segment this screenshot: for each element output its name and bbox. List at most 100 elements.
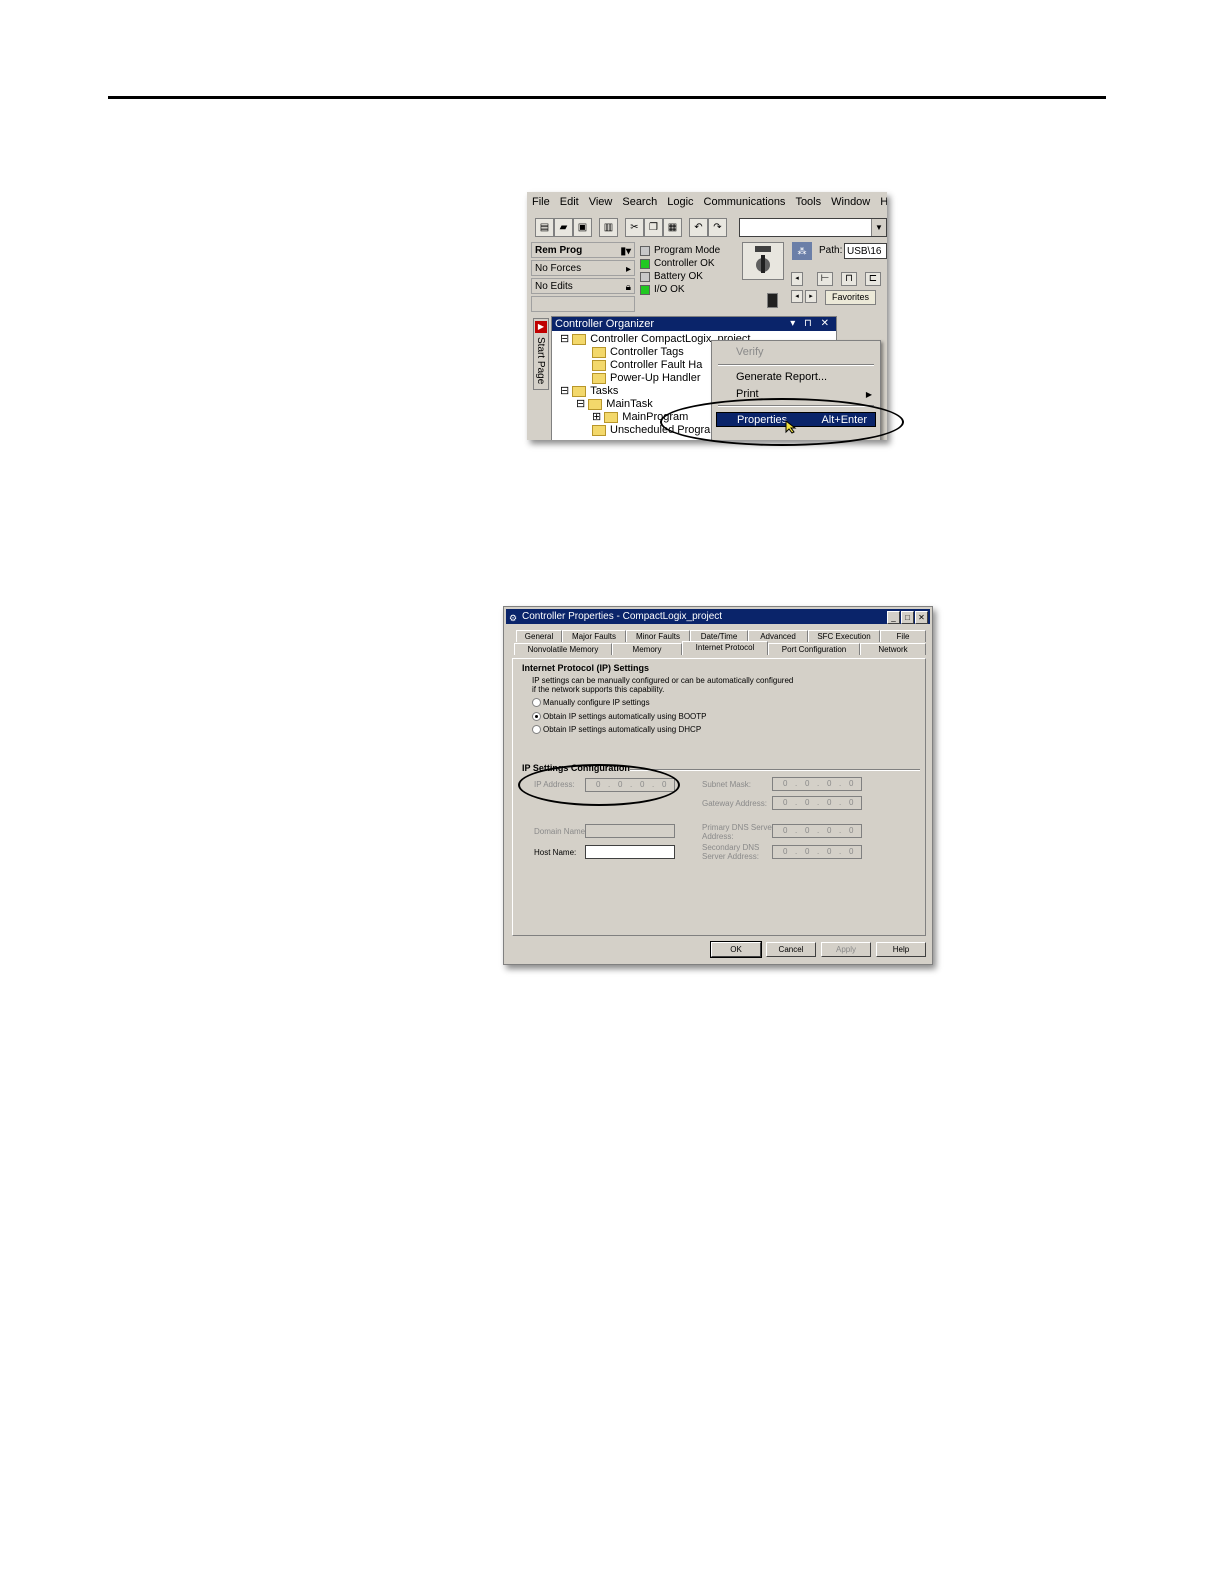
ok-button[interactable]: OK xyxy=(710,941,762,958)
scroll-left-icon[interactable]: ◂ xyxy=(791,272,803,286)
folder-icon xyxy=(572,333,587,345)
secondary-dns-field[interactable]: 0. 0. 0. 0 xyxy=(772,845,862,859)
menu-tools[interactable]: Tools xyxy=(790,192,826,208)
menu-window[interactable]: Window xyxy=(826,192,875,208)
menu-help[interactable]: He xyxy=(875,192,887,208)
ip-octet: 0 xyxy=(827,779,832,788)
tab-favorites[interactable]: Favorites xyxy=(825,290,877,305)
primary-dns-field[interactable]: 0. 0. 0. 0 xyxy=(772,824,862,838)
tab-sfc-execution[interactable]: SFC Execution xyxy=(808,630,880,642)
ip-dot: . xyxy=(795,847,798,856)
tab-nonvolatile-memory[interactable]: Nonvolatile Memory xyxy=(514,643,612,655)
open-folder-icon[interactable]: ▰ xyxy=(554,218,573,237)
close-icon[interactable]: ✕ xyxy=(915,611,928,624)
organizer-header-buttons[interactable]: ▾ ⊓ ✕ xyxy=(790,317,832,331)
mode-dropdown-icon[interactable]: ▮▾ xyxy=(620,244,631,259)
undo-icon[interactable]: ↶ xyxy=(689,218,708,237)
apply-button[interactable]: Apply xyxy=(821,942,871,957)
scroll-right-icon[interactable]: ▸ xyxy=(805,290,817,303)
forces-arrow-icon[interactable]: ▸ xyxy=(626,262,631,277)
host-name-field[interactable] xyxy=(585,845,675,859)
gateway-address-field[interactable]: 0. 0. 0. 0 xyxy=(772,796,862,810)
ip-dot: . xyxy=(839,826,842,835)
folder-icon xyxy=(592,424,606,436)
controller-status-panel: Rem Prog ▮▾ No Forces ▸ No Edits 🔒︎ xyxy=(531,242,635,312)
cancel-button[interactable]: Cancel xyxy=(766,942,816,957)
dialog-app-icon: ⚙ xyxy=(509,613,518,623)
save-icon[interactable]: ▣ xyxy=(573,218,592,237)
tab-port-configuration[interactable]: Port Configuration xyxy=(768,643,860,655)
ip-description-line1: IP settings can be manually configured o… xyxy=(532,676,794,685)
scroll-left-icon[interactable]: ◂ xyxy=(791,290,803,303)
ip-octet: 0 xyxy=(783,826,788,835)
tree-item-tasks[interactable]: ⊟ Tasks xyxy=(560,385,618,398)
minimize-icon[interactable]: _ xyxy=(887,611,900,624)
ip-octet: 0 xyxy=(827,798,832,807)
cut-icon[interactable]: ✂ xyxy=(625,218,644,237)
tree-item-powerup-handler[interactable]: Power-Up Handler xyxy=(592,372,700,385)
start-page-tab[interactable]: ▶ Start Page xyxy=(533,318,549,390)
instruction-toolbar: ◂ ⊢ ⊓ ⊏ xyxy=(789,272,887,286)
new-file-icon[interactable]: ▤ xyxy=(535,218,554,237)
tab-network[interactable]: Network xyxy=(860,643,926,655)
menu-view[interactable]: View xyxy=(584,192,618,208)
tree-item-label: MainTask xyxy=(606,398,653,410)
print-icon[interactable]: ▥ xyxy=(599,218,618,237)
chevron-down-icon[interactable]: ▼ xyxy=(871,219,886,236)
subnet-mask-field[interactable]: 0. 0. 0. 0 xyxy=(772,777,862,791)
contact-icon[interactable]: ⊏ xyxy=(865,272,881,286)
led-program-mode: Program Mode xyxy=(639,244,739,257)
menu-item-generate-report[interactable]: Generate Report... xyxy=(716,370,876,385)
led-indicator-icon xyxy=(640,285,650,295)
ip-octet: 0 xyxy=(827,847,832,856)
branch-icon[interactable]: ⊓ xyxy=(841,272,857,286)
edits-status[interactable]: No Edits 🔒︎ xyxy=(531,278,635,294)
help-button[interactable]: Help xyxy=(876,942,926,957)
menu-search[interactable]: Search xyxy=(617,192,662,208)
radio-manual-ip[interactable] xyxy=(532,698,541,707)
ip-dot: . xyxy=(839,779,842,788)
tab-minor-faults[interactable]: Minor Faults xyxy=(626,630,690,642)
tree-item-maintask[interactable]: ⊟ MainTask xyxy=(576,398,653,411)
radio-manual-ip-label: Manually configure IP settings xyxy=(543,698,650,707)
forces-status[interactable]: No Forces ▸ xyxy=(531,260,635,276)
network-path-icon[interactable]: ⁂ xyxy=(792,242,812,260)
paste-icon[interactable]: ▦ xyxy=(663,218,682,237)
tree-item-fault-handler[interactable]: Controller Fault Ha xyxy=(592,359,702,372)
menu-item-verify[interactable]: Verify xyxy=(716,345,876,360)
ip-dot: . xyxy=(817,826,820,835)
tree-item-controller-tags[interactable]: Controller Tags xyxy=(592,346,684,359)
radio-bootp[interactable] xyxy=(532,712,541,721)
key-switch-icon xyxy=(742,242,784,280)
tab-file[interactable]: File xyxy=(880,630,926,642)
tab-memory[interactable]: Memory xyxy=(612,643,682,655)
rung-icon[interactable]: ⊢ xyxy=(817,272,833,286)
primary-dns-label-1: Primary DNS Server xyxy=(702,823,775,832)
ip-octet: 0 xyxy=(783,779,788,788)
radio-dhcp[interactable] xyxy=(532,725,541,734)
mode-status[interactable]: Rem Prog ▮▾ xyxy=(531,242,635,258)
tab-internet-protocol[interactable]: Internet Protocol xyxy=(682,641,768,655)
ip-octet: 0 xyxy=(849,826,854,835)
ip-dot: . xyxy=(795,798,798,807)
path-field[interactable]: USB\16 xyxy=(844,243,887,259)
start-page-icon: ▶ xyxy=(535,321,547,333)
domain-name-field[interactable] xyxy=(585,824,675,838)
led-label: Battery OK xyxy=(654,271,703,282)
toolbar-combo-box[interactable]: ▼ xyxy=(739,218,887,237)
copy-icon[interactable]: ❐ xyxy=(644,218,663,237)
redo-icon[interactable]: ↷ xyxy=(708,218,727,237)
menu-logic[interactable]: Logic xyxy=(662,192,698,208)
menu-edit[interactable]: Edit xyxy=(555,192,584,208)
start-page-label: Start Page xyxy=(535,337,546,385)
ip-dot: . xyxy=(795,779,798,788)
menu-file[interactable]: File xyxy=(527,192,555,208)
key-icon xyxy=(767,293,778,308)
page-header-rule xyxy=(108,96,1106,99)
tab-general[interactable]: General xyxy=(516,630,562,642)
menu-communications[interactable]: Communications xyxy=(699,192,791,208)
host-name-label: Host Name: xyxy=(534,848,577,857)
maximize-icon[interactable]: □ xyxy=(901,611,914,624)
menu-bar: File Edit View Search Logic Communications Too… xyxy=(527,192,887,214)
tab-major-faults[interactable]: Major Faults xyxy=(562,630,626,642)
